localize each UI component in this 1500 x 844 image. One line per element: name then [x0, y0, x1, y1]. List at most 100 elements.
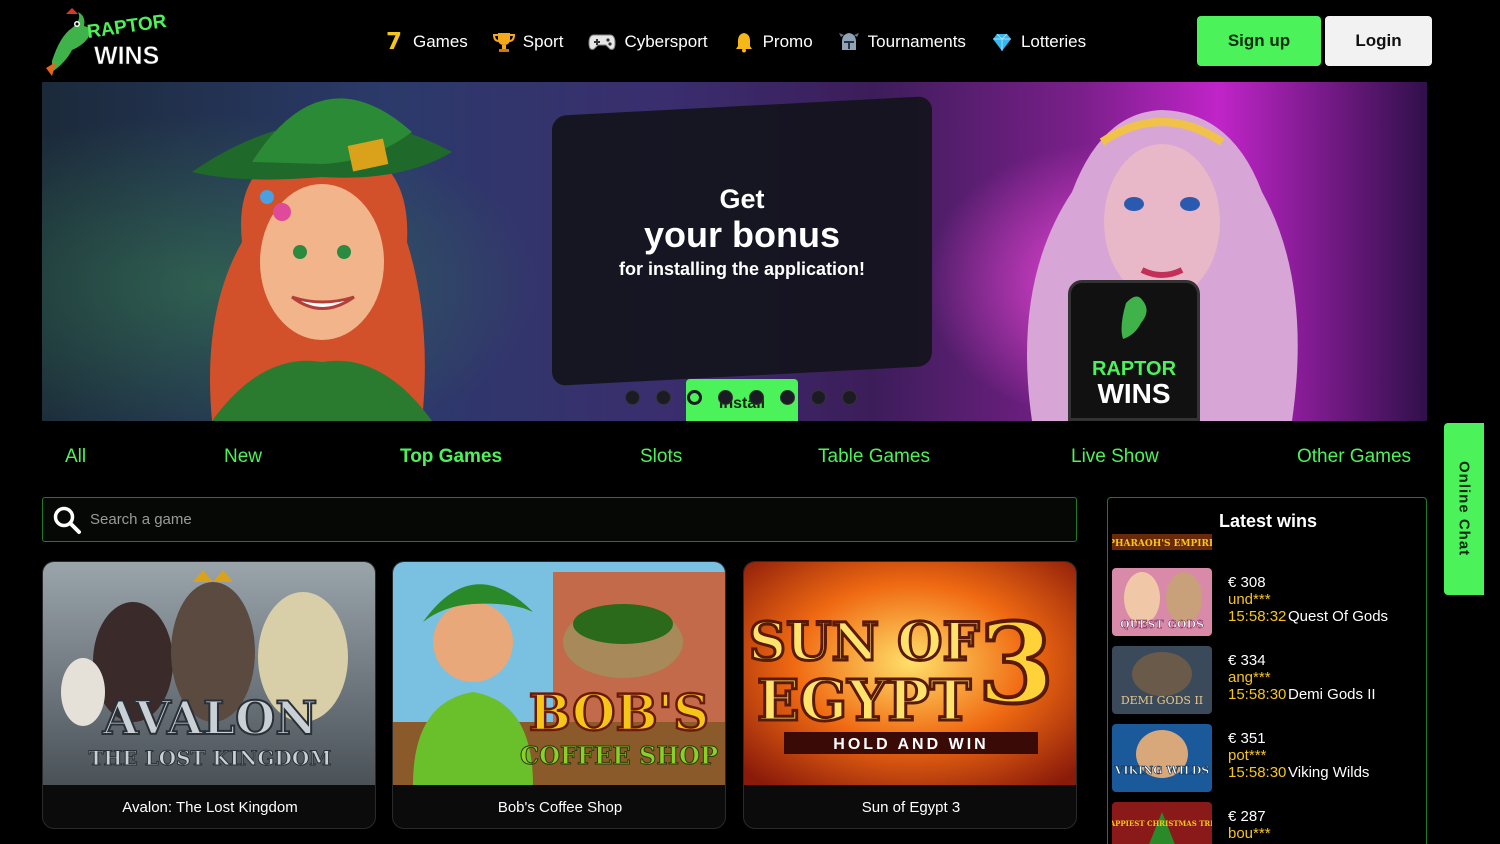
- nav-label: Cybersport: [624, 32, 708, 51]
- tab-top-games[interactable]: Top Games: [400, 446, 502, 468]
- game-thumbnail: AVALON THE LOST KINGDOM: [43, 562, 375, 785]
- svg-text:DEMI GODS II: DEMI GODS II: [1121, 694, 1203, 707]
- game-card-bobs-coffee-shop[interactable]: BOB'S COFFEE SHOP Bob's Coffee Shop: [392, 561, 726, 829]
- svg-text:RAPTOR: RAPTOR: [1092, 358, 1177, 380]
- game-card-avalon[interactable]: AVALON THE LOST KINGDOM Avalon: The Lost…: [42, 561, 376, 829]
- nav-label: Tournaments: [867, 32, 966, 51]
- svg-text:PHARAOH'S EMPIRE: PHARAOH'S EMPIRE: [1112, 539, 1212, 549]
- seven-icon: 7: [385, 29, 402, 55]
- signup-button[interactable]: Sign up: [1197, 16, 1321, 66]
- svg-text:BOB'S: BOB'S: [529, 683, 709, 742]
- svg-text:HOLD AND WIN: HOLD AND WIN: [833, 736, 988, 753]
- main-nav: 7 Games Sport Cybersport Promo Tournamen…: [383, 28, 1111, 56]
- nav-label: Promo: [762, 32, 813, 51]
- nav-promo[interactable]: Promo: [733, 28, 813, 56]
- search-icon[interactable]: [52, 505, 82, 535]
- site-header: RAPTOR WINS 7 Games Sport Cybersport Pro…: [0, 0, 1500, 82]
- latest-wins-title: Latest wins: [1218, 511, 1318, 531]
- login-button[interactable]: Login: [1325, 16, 1432, 66]
- tab-table-games[interactable]: Table Games: [818, 446, 930, 468]
- svg-text:QUEST GODS: QUEST GODS: [1120, 618, 1204, 631]
- svg-text:WINS: WINS: [1097, 378, 1170, 409]
- win-time: 15:58:30: [1228, 764, 1287, 781]
- carousel-dots: [625, 390, 873, 405]
- win-row[interactable]: VIKING WILDS € 351 pot*** 15:58:30 Vikin…: [1112, 724, 1422, 792]
- app-phone-illustration: RAPTOR WINS: [1068, 280, 1200, 421]
- diamond-icon: [991, 31, 1013, 53]
- game-thumbnail: PHARAOH'S EMPIRE: [1112, 534, 1216, 550]
- search-input[interactable]: [90, 511, 990, 528]
- game-title: Avalon: The Lost Kingdom: [122, 799, 298, 816]
- svg-text:WINS: WINS: [94, 42, 159, 70]
- win-user: pot***: [1228, 747, 1267, 764]
- win-time: 15:58:30: [1228, 686, 1287, 703]
- win-row[interactable]: DEMI GODS II € 334 ang*** 15:58:30 Demi …: [1112, 646, 1422, 714]
- carousel-dot[interactable]: [780, 390, 795, 405]
- svg-text:AVALON: AVALON: [102, 691, 318, 745]
- win-amount: € 334: [1228, 652, 1266, 669]
- game-thumbnail: VIKING WILDS: [1112, 724, 1212, 792]
- tab-other-games[interactable]: Other Games: [1297, 446, 1411, 468]
- win-row[interactable]: QUEST GODS € 308 und*** 15:58:32 Quest O…: [1112, 568, 1422, 636]
- nav-games[interactable]: 7 Games: [383, 28, 468, 56]
- win-amount: € 351: [1228, 730, 1266, 747]
- nav-label: Sport: [522, 32, 564, 51]
- game-title: Bob's Coffee Shop: [497, 799, 623, 816]
- game-search: [42, 497, 1077, 542]
- win-time: 15:58:32: [1228, 608, 1287, 625]
- win-amount: € 287: [1228, 808, 1266, 825]
- svg-text:COFFEE SHOP: COFFEE SHOP: [520, 741, 718, 770]
- nav-label: Lotteries: [1020, 32, 1087, 51]
- win-game-name: Demi Gods II: [1288, 686, 1376, 703]
- game-thumbnail: HAPPIEST CHRISTMAS TREE: [1112, 802, 1212, 844]
- carousel-dot[interactable]: [656, 390, 671, 405]
- win-game-name: Viking Wilds: [1288, 764, 1370, 781]
- game-thumbnail: BOB'S COFFEE SHOP: [393, 562, 725, 785]
- win-user: ang***: [1228, 669, 1271, 686]
- svg-text:HAPPIEST CHRISTMAS TREE: HAPPIEST CHRISTMAS TREE: [1112, 819, 1212, 828]
- promo-card: Get your bonus for installing the applic…: [552, 106, 932, 376]
- carousel-dot[interactable]: [718, 390, 733, 405]
- tab-all[interactable]: All: [65, 446, 86, 468]
- nav-cybersport[interactable]: Cybersport: [588, 28, 708, 56]
- promo-line-bonus: your bonus: [644, 214, 840, 255]
- svg-text:3: 3: [978, 599, 1055, 728]
- tab-slots[interactable]: Slots: [640, 446, 682, 468]
- win-row[interactable]: HAPPIEST CHRISTMAS TREE € 287 bou***: [1112, 802, 1422, 844]
- win-game-name: Quest Of Gods: [1288, 608, 1389, 625]
- game-thumbnail: SUN OF EGYPT 3 HOLD AND WIN: [744, 562, 1076, 785]
- game-category-tabs: All New Top Games Slots Table Games Live…: [42, 440, 1427, 474]
- trophy-icon: [492, 31, 515, 53]
- win-user: bou***: [1228, 825, 1271, 842]
- win-user: und***: [1228, 591, 1271, 608]
- svg-text:SUN OF: SUN OF: [749, 612, 980, 673]
- svg-text:EGYPT: EGYPT: [757, 668, 972, 734]
- svg-text:RAPTOR: RAPTOR: [86, 11, 168, 43]
- latest-wins-panel: Latest wins PHARAOH'S EMPIRE QUEST GODS …: [1107, 497, 1427, 844]
- promo-banner[interactable]: RAPTOR WINS Get your bonus for installin…: [42, 82, 1427, 421]
- game-thumbnail: QUEST GODS: [1112, 568, 1212, 636]
- knight-helmet-icon: [838, 31, 860, 53]
- game-thumbnail: DEMI GODS II: [1112, 646, 1212, 714]
- carousel-dot[interactable]: [625, 390, 640, 405]
- carousel-dot[interactable]: [749, 390, 764, 405]
- game-title: Sun of Egypt 3: [861, 799, 961, 816]
- raptor-wins-logo[interactable]: RAPTOR WINS: [42, 6, 176, 78]
- nav-tournaments[interactable]: Tournaments: [838, 28, 966, 56]
- carousel-dot-active[interactable]: [687, 390, 702, 405]
- leprechaun-girl-illustration: [192, 98, 452, 421]
- carousel-dot[interactable]: [811, 390, 826, 405]
- svg-text:VIKING WILDS: VIKING WILDS: [1114, 764, 1209, 777]
- carousel-dot[interactable]: [842, 390, 857, 405]
- nav-sport[interactable]: Sport: [492, 28, 564, 56]
- promo-line-get: Get: [719, 184, 765, 214]
- online-chat-tab[interactable]: Online Chat: [1444, 423, 1484, 595]
- tab-live-show[interactable]: Live Show: [1071, 446, 1159, 468]
- gamepad-icon: [588, 31, 616, 53]
- tab-new[interactable]: New: [224, 446, 262, 468]
- win-row-partial: PHARAOH'S EMPIRE: [1112, 534, 1422, 550]
- game-card-sun-of-egypt-3[interactable]: SUN OF EGYPT 3 HOLD AND WIN Sun of Egypt…: [743, 561, 1077, 829]
- nav-lotteries[interactable]: Lotteries: [991, 28, 1086, 56]
- bell-icon: [733, 31, 755, 53]
- nav-label: Games: [413, 32, 468, 51]
